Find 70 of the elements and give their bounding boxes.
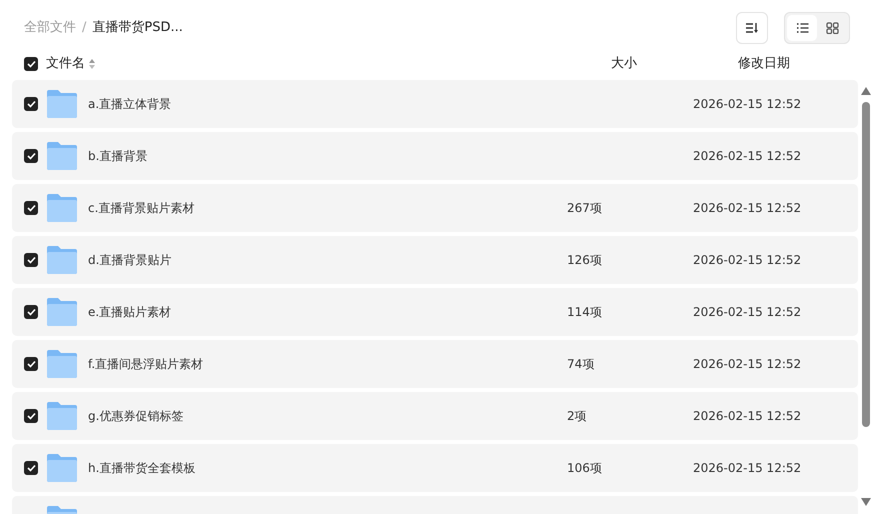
item-count: 106项: [567, 461, 602, 475]
check-icon: [26, 60, 36, 68]
modified-date: 2026-02-15 12:52: [693, 356, 802, 373]
check-icon: [26, 152, 36, 160]
folder-icon: [47, 454, 77, 482]
list-icon: [796, 22, 808, 34]
item-count: 74项: [567, 357, 594, 371]
file-row[interactable]: g.优惠券促销标签 2项 2026-02-15 12:52: [12, 392, 858, 440]
file-name: c.直播背景贴片素材: [88, 200, 194, 217]
check-icon: [26, 256, 36, 264]
scroll-up-icon[interactable]: [861, 87, 871, 95]
file-name: a.直播立体背景: [88, 96, 172, 113]
sort-icon: [745, 22, 759, 34]
modified-date: 2026-02-15 12:52: [693, 96, 802, 113]
file-row[interactable]: d.直播背景贴片 126项 2026-02-15 12:52: [12, 236, 858, 284]
file-row[interactable]: h.直播带货全套模板 106项 2026-02-15 12:52: [12, 444, 858, 492]
item-count: 267项: [567, 201, 602, 215]
file-row[interactable]: a.直播立体背景 2026-02-15 12:52: [12, 80, 858, 128]
breadcrumb-link[interactable]: 直播带货PSD...: [92, 18, 183, 38]
column-header[interactable]: 文件名: [46, 54, 85, 74]
folder-icon: [47, 90, 77, 118]
checkbox[interactable]: [24, 305, 38, 319]
check-icon: [26, 100, 36, 108]
scroll-thumb[interactable]: [862, 102, 870, 427]
file-name: h.直播带货全套模板: [88, 460, 196, 477]
checkbox[interactable]: [24, 97, 38, 111]
file-name: f.直播间悬浮贴片素材: [88, 356, 204, 373]
check-icon: [26, 204, 36, 212]
checkbox[interactable]: [24, 461, 38, 475]
folder-icon: [47, 194, 77, 222]
check-icon: [26, 308, 36, 316]
file-name: e.直播贴片素材: [88, 304, 172, 321]
modified-date: 2026-02-15 12:52: [693, 304, 802, 321]
item-count: 126项: [567, 253, 602, 267]
scroll-down-icon[interactable]: [861, 498, 871, 506]
folder-icon: [47, 142, 77, 170]
check-icon: [26, 464, 36, 472]
sort-button[interactable]: [736, 12, 768, 44]
folder-icon: [47, 246, 77, 274]
check-icon: [26, 360, 36, 368]
checkbox[interactable]: [24, 201, 38, 215]
item-count: 114项: [567, 305, 602, 319]
column-header: 大小: [611, 55, 638, 74]
file-row[interactable]: f.直播间悬浮贴片素材 74项 2026-02-15 12:52: [12, 340, 858, 388]
modified-date: 2026-02-15 12:52: [693, 460, 802, 477]
file-name: b.直播背景: [88, 148, 148, 165]
folder-icon: [47, 298, 77, 326]
list-view-button[interactable]: [787, 15, 817, 41]
checkbox[interactable]: [24, 409, 38, 423]
checkbox[interactable]: [24, 357, 38, 371]
checkbox[interactable]: [24, 149, 38, 163]
modified-date: 2026-02-15 12:52: [693, 148, 802, 165]
grid-icon: [826, 22, 838, 34]
item-count: 2项: [567, 409, 587, 423]
file-row[interactable]: c.直播背景贴片素材 267项 2026-02-15 12:52: [12, 184, 858, 232]
checkbox[interactable]: [24, 253, 38, 267]
modified-date: 2026-02-15 12:52: [693, 200, 802, 217]
checkbox[interactable]: [24, 57, 38, 71]
folder-icon: [47, 350, 77, 378]
file-row[interactable]: e.直播贴片素材 114项 2026-02-15 12:52: [12, 288, 858, 336]
file-name: d.直播背景贴片: [88, 252, 172, 269]
column-header: 修改日期: [738, 55, 790, 74]
file-row[interactable]: b.直播背景 2026-02-15 12:52: [12, 132, 858, 180]
modified-date: 2026-02-15 12:52: [693, 408, 802, 425]
separator-slash: /: [82, 19, 86, 38]
folder-icon: [47, 402, 77, 430]
sort-icon[interactable]: [89, 59, 95, 69]
check-icon: [26, 412, 36, 420]
file-name: g.优惠券促销标签: [88, 408, 184, 425]
modified-date: 2026-02-15 12:52: [693, 252, 802, 269]
